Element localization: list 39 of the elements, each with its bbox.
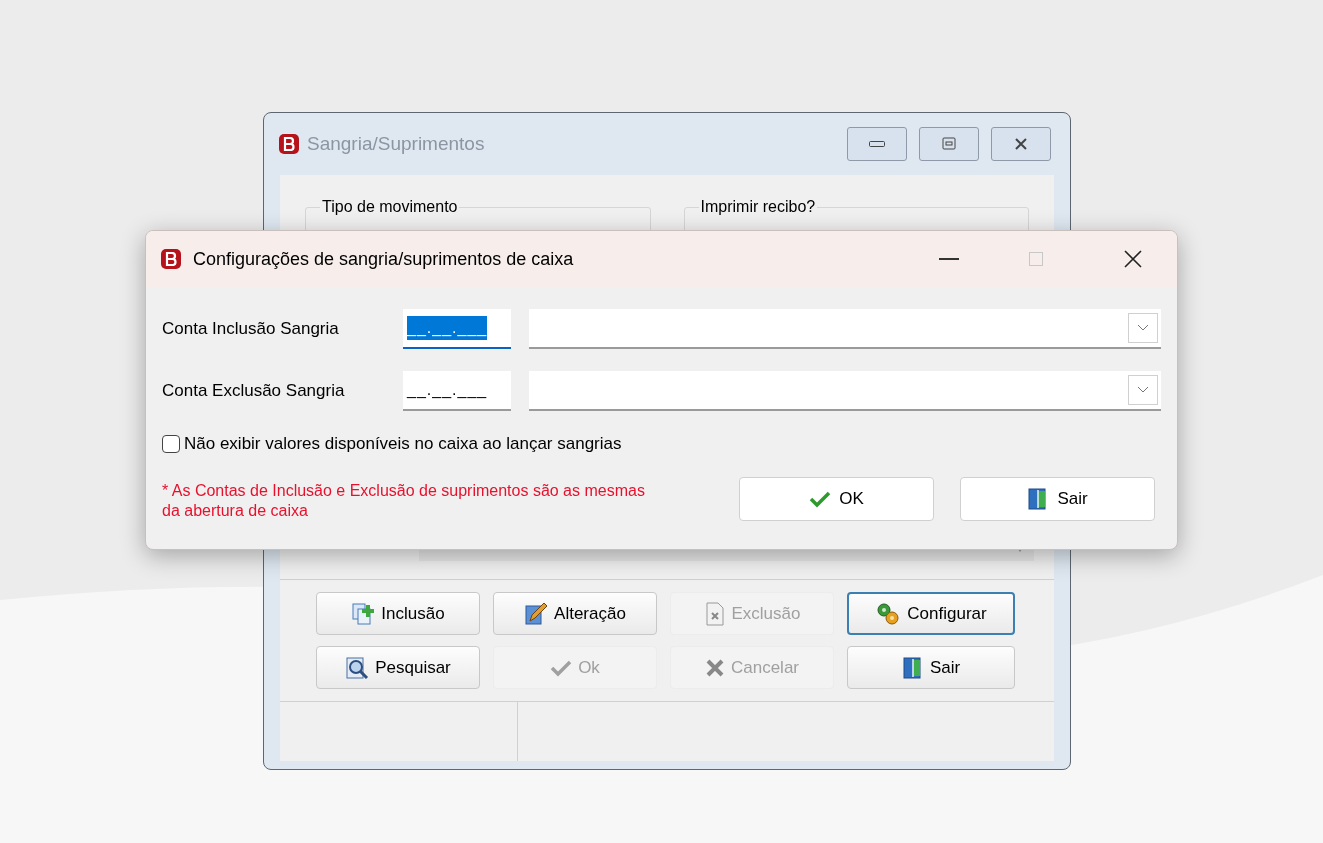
magnifier-page-icon <box>345 655 370 680</box>
restore-button[interactable] <box>919 127 979 161</box>
window-title: Sangria/Suprimentos <box>307 131 486 156</box>
button[interactable]: Sair <box>960 476 1155 521</box>
minimize-button[interactable] <box>847 127 907 161</box>
account-field[interactable]: __.__.___ <box>403 371 511 411</box>
button[interactable]: OK <box>739 476 934 521</box>
account-dropdown[interactable] <box>529 309 1161 349</box>
field-label: Conta Exclusão Sangria <box>162 380 346 403</box>
x-icon <box>704 657 725 678</box>
pencil-page-icon <box>524 601 549 626</box>
button[interactable]: Configurar <box>847 592 1015 635</box>
copy-plus-icon <box>351 601 376 626</box>
maximize-icon <box>1029 252 1043 266</box>
button[interactable]: Sair <box>847 646 1015 689</box>
close-icon <box>1124 250 1142 268</box>
checkbox[interactable] <box>162 434 180 453</box>
minimize-icon <box>939 258 959 260</box>
button[interactable]: Alteração <box>493 592 657 635</box>
app-logo-icon <box>279 134 299 154</box>
checkbox-label: Não exibir valores disponíveis no caixa ao lançar sangrias <box>184 433 622 455</box>
button[interactable]: Inclusão <box>316 592 480 635</box>
field-label: Conta Inclusão Sangria <box>162 318 340 341</box>
restore-icon <box>940 135 958 153</box>
button[interactable]: Pesquisar <box>316 646 480 689</box>
chevron-down-icon <box>1128 313 1158 343</box>
minimize-icon <box>869 141 885 147</box>
door-icon <box>901 655 924 680</box>
account-field[interactable]: __.__.___ <box>403 309 511 349</box>
check-icon <box>550 658 573 677</box>
gears-icon <box>875 601 902 626</box>
account-dropdown[interactable] <box>529 371 1161 411</box>
close-button[interactable] <box>991 127 1051 161</box>
page-x-icon <box>703 601 726 626</box>
check-icon <box>809 489 832 508</box>
note-text: * As Contas de Inclusão e Exclusão de suprimentos são as mesmas da abertura de caixa <box>162 480 646 521</box>
dialog-title: Configurações de sangria/suprimentos de caixa <box>193 247 575 271</box>
chevron-down-icon <box>1128 375 1158 405</box>
app-logo-icon <box>161 249 181 269</box>
